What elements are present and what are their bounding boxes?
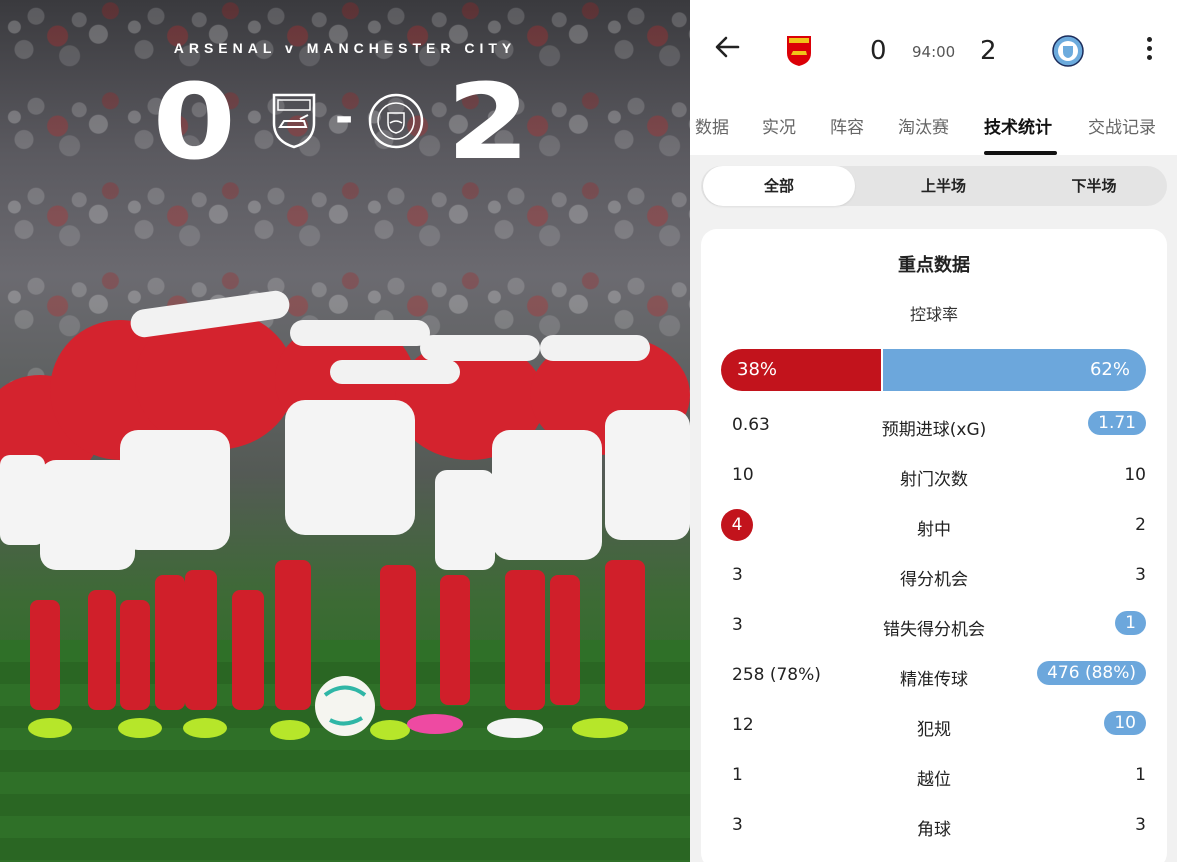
home-score: 0 (870, 36, 887, 66)
tab-team-stats[interactable]: 技术统计 (984, 113, 1052, 138)
stat-away-value: 1 (1115, 611, 1146, 635)
app-header: 0 94:00 2 数据 实况 阵容 淘汰赛 技术统计 交战记录 (690, 0, 1177, 155)
period-second-half[interactable]: 下半场 (1021, 166, 1167, 206)
stat-away-value: 10 (1124, 465, 1146, 485)
arsenal-crest-icon (272, 93, 316, 149)
stat-label: 犯规 (917, 720, 951, 740)
stat-label: 错失得分机会 (883, 620, 985, 640)
stat-away-value: 476 (88%) (1037, 661, 1146, 685)
period-selector: 全部 上半场 下半场 (701, 166, 1167, 206)
tab-head-to-head[interactable]: 交战记录 (1088, 113, 1156, 138)
photo-away-score: 2 (446, 61, 530, 183)
possession-bar: 38% 62% (721, 349, 1146, 391)
man-city-crest-icon (368, 93, 424, 149)
possession-home-value: 38% (737, 359, 778, 380)
match-stats-app: 0 94:00 2 数据 实况 阵容 淘汰赛 技术统计 交战记录 全部 上半场 … (690, 0, 1177, 862)
card-title: 重点数据 (898, 255, 970, 276)
stat-row-big-chances: 3 得分机会 3 (701, 559, 1167, 595)
stat-row-corners: 3 角球 3 (701, 809, 1167, 845)
stat-row-shots-on-target: 4 射中 2 (701, 509, 1167, 545)
tab-bar: 数据 实况 阵容 淘汰赛 技术统计 交战记录 (690, 105, 1177, 155)
stat-away-value: 10 (1104, 711, 1146, 735)
match-clock: 94:00 (912, 43, 956, 61)
stat-away-value: 3 (1135, 565, 1146, 585)
tab-lineups[interactable]: 阵容 (830, 113, 864, 138)
stat-away-value: 2 (1135, 515, 1146, 535)
stat-row-accurate-passes: 258 (78%) 精准传球 476 (88%) (701, 659, 1167, 695)
tab-data[interactable]: 数据 (695, 113, 729, 138)
possession-away-value: 62% (1089, 359, 1130, 380)
photo-home-score: 0 (152, 61, 236, 183)
stat-row-big-chances-missed: 3 错失得分机会 1 (701, 609, 1167, 645)
stat-label: 得分机会 (900, 570, 968, 590)
stat-label: 射门次数 (900, 470, 968, 490)
stat-label: 射中 (917, 520, 951, 540)
arsenal-crest-icon[interactable] (785, 35, 813, 67)
stat-away-value: 1 (1135, 765, 1146, 785)
stat-label: 角球 (917, 820, 951, 840)
stat-row-xg: 0.63 预期进球(xG) 1.71 (701, 409, 1167, 445)
key-stats-card: 重点数据 控球率 38% 62% 0.63 预期进球(xG) 1.71 10 射… (701, 229, 1167, 862)
possession-label: 控球率 (909, 305, 958, 324)
match-photo: ARSENAL v MANCHESTER CITY 0 - 2 (0, 0, 690, 862)
stat-away-value: 3 (1135, 815, 1146, 835)
stat-label: 越位 (917, 770, 951, 790)
photo-score-separator: - (335, 92, 354, 143)
away-score: 2 (980, 36, 997, 66)
stat-row-fouls: 12 犯规 10 (701, 709, 1167, 745)
period-all[interactable]: 全部 (703, 166, 855, 206)
stat-row-shots: 10 射门次数 10 (701, 459, 1167, 495)
photo-match-title: ARSENAL v MANCHESTER CITY (173, 40, 517, 56)
stat-away-value: 1.71 (1088, 411, 1146, 435)
tab-knockout[interactable]: 淘汰赛 (898, 113, 949, 138)
tab-live[interactable]: 实况 (762, 113, 796, 138)
active-tab-indicator (984, 151, 1057, 155)
more-vertical-icon[interactable] (1142, 37, 1156, 63)
arrow-left-icon[interactable] (712, 32, 742, 62)
man-city-crest-icon[interactable] (1052, 35, 1084, 67)
stat-row-offsides: 1 越位 1 (701, 759, 1167, 795)
period-first-half[interactable]: 上半场 (866, 166, 1021, 206)
